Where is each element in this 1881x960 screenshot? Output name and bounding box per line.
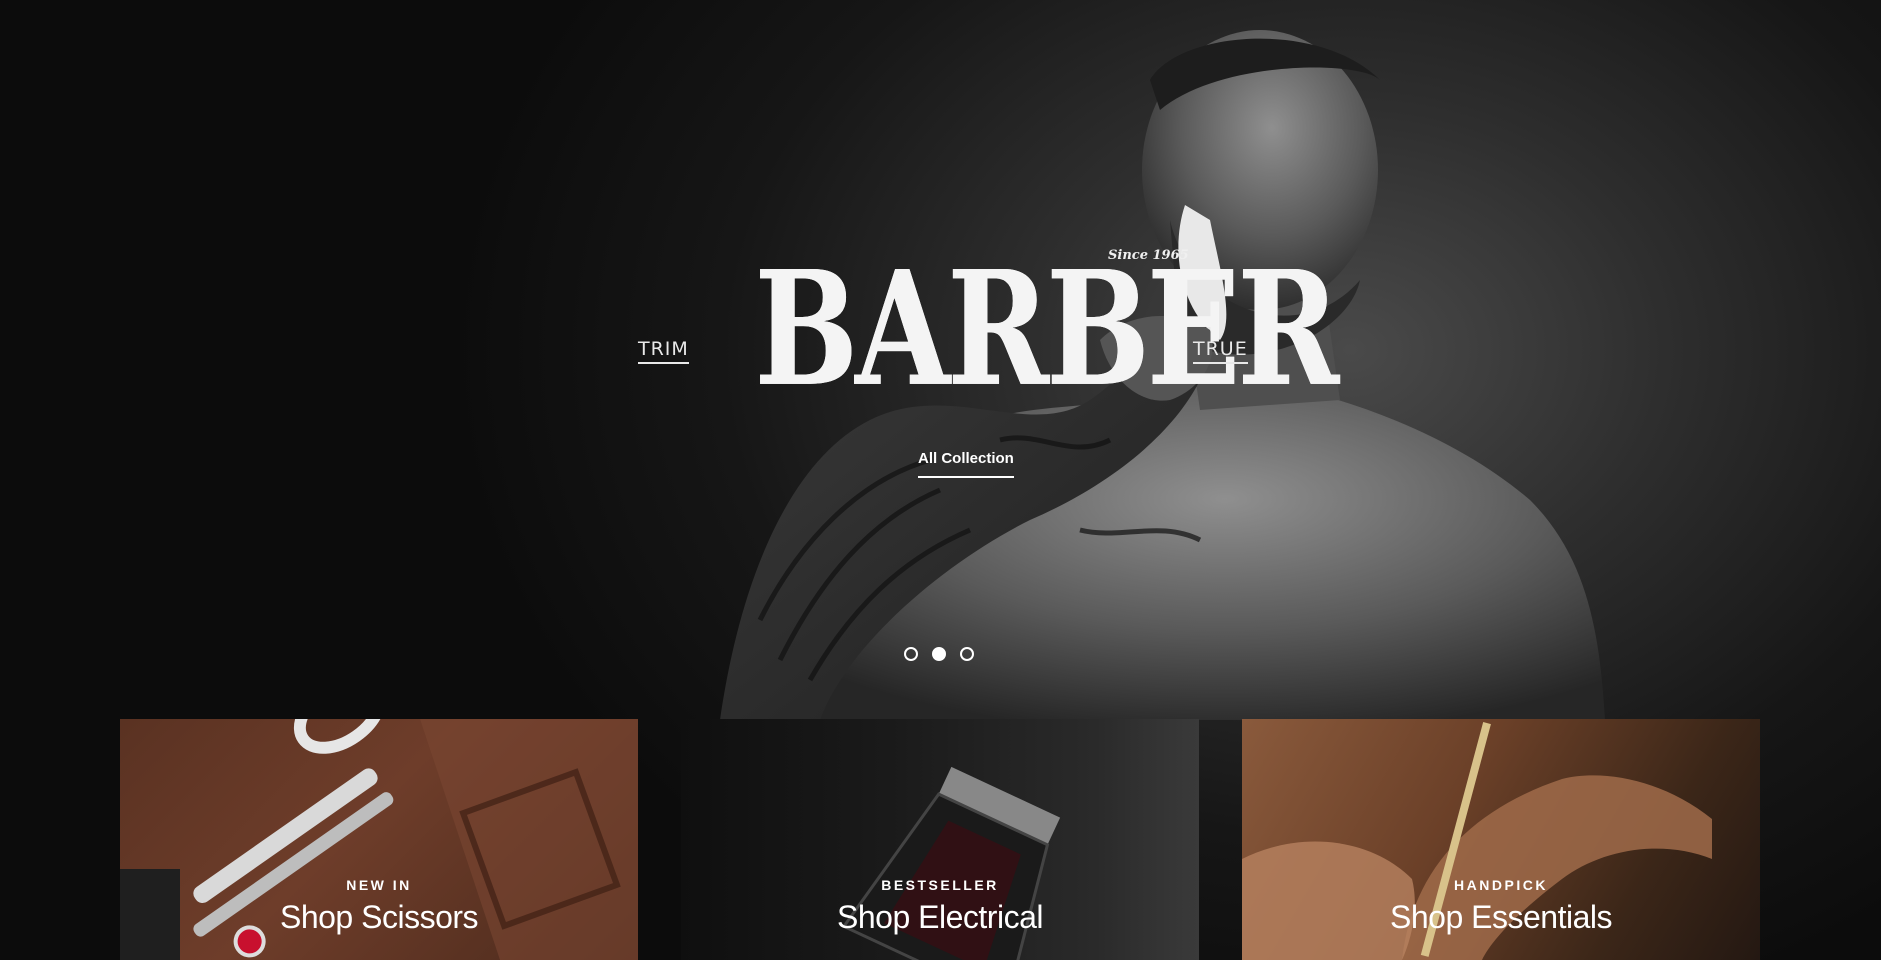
card-shop-scissors[interactable]: NEW IN Shop Scissors [120,719,638,960]
hero-logo: BARBER [754,236,1339,422]
card-tag: HANDPICK [1454,877,1548,893]
hero-logo-since: Since 1965 [1108,248,1189,263]
slider-pagination [904,647,974,661]
hero-right-word: TRUE [1193,338,1248,364]
card-text: BESTSELLER Shop Electrical [681,877,1199,936]
card-shop-essentials[interactable]: HANDPICK Shop Essentials [1242,719,1760,960]
collection-cards: NEW IN Shop Scissors BESTSELLER Shop Ele… [120,719,1760,960]
card-title[interactable]: Shop Essentials [1242,899,1760,936]
page: TRIM BARBER Since 1965 TRUE All Collecti… [0,0,1881,960]
card-title[interactable]: Shop Scissors [120,899,638,936]
slider-dot-1[interactable] [904,647,918,661]
card-shop-electrical[interactable]: BESTSELLER Shop Electrical [681,719,1199,960]
card-text: NEW IN Shop Scissors [120,877,638,936]
card-tag: BESTSELLER [881,877,999,893]
card-title[interactable]: Shop Electrical [681,899,1199,936]
card-text: HANDPICK Shop Essentials [1242,877,1760,936]
slider-dot-3[interactable] [960,647,974,661]
slider-dot-2[interactable] [932,647,946,661]
card-tag: NEW IN [346,877,412,893]
hero-slider: TRIM BARBER Since 1965 TRUE All Collecti… [0,0,1881,720]
hero-left-word: TRIM [638,338,689,364]
all-collection-link[interactable]: All Collection [918,450,1014,478]
